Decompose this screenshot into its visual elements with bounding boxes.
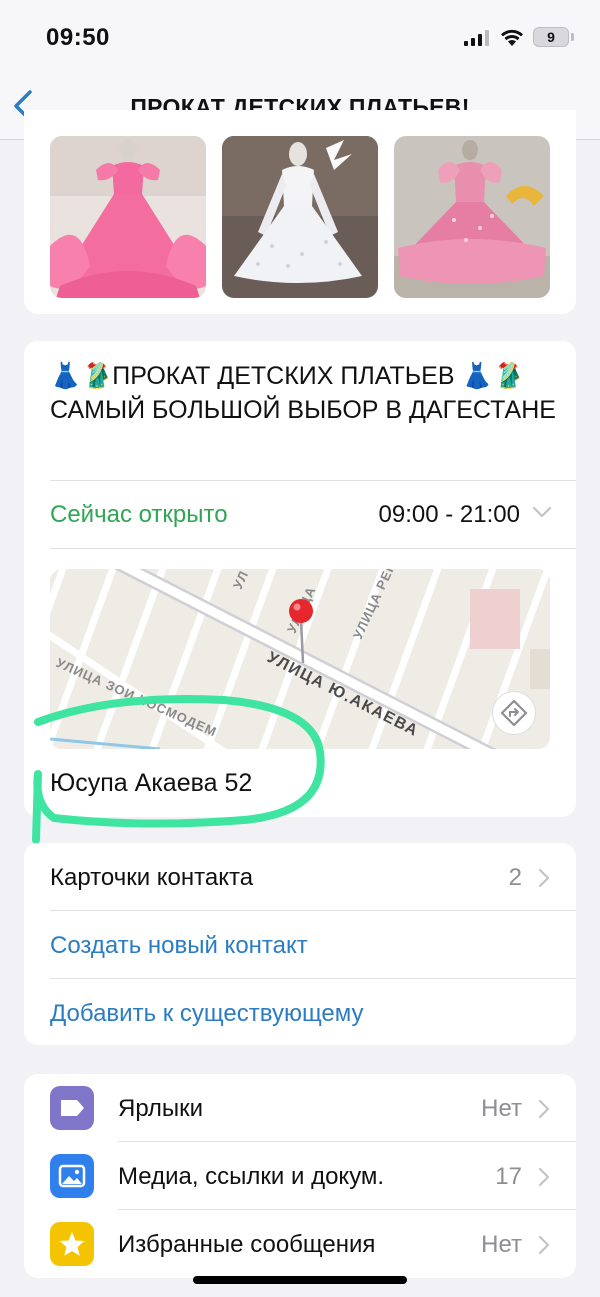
create-contact-row[interactable]: Создать новый контакт xyxy=(50,911,576,979)
directions-icon xyxy=(500,699,528,727)
tag-icon xyxy=(50,1086,94,1130)
contact-actions-card: Карточки контакта 2 Создать новый контак… xyxy=(24,843,576,1045)
cellular-signal-icon xyxy=(464,30,489,46)
star-icon xyxy=(50,1222,94,1266)
wifi-icon xyxy=(501,29,523,46)
media-label: Медиа, ссылки и докум. xyxy=(118,1163,385,1190)
chevron-down-icon xyxy=(532,506,552,518)
location-pin-icon xyxy=(289,599,313,664)
labels-value: Нет xyxy=(481,1095,522,1122)
photo-icon xyxy=(50,1154,94,1198)
dress-photo-white[interactable] xyxy=(222,136,378,298)
media-row[interactable]: Медиа, ссылки и докум. 17 xyxy=(24,1142,576,1210)
create-contact-link[interactable]: Создать новый контакт xyxy=(50,932,308,960)
dress-photo-rose[interactable] xyxy=(394,136,550,298)
starred-label: Избранные сообщения xyxy=(118,1231,376,1258)
media-count: 17 xyxy=(495,1163,522,1190)
chevron-right-icon xyxy=(538,1167,550,1187)
contact-cards-count: 2 xyxy=(508,864,522,891)
business-address[interactable]: Юсупа Акаева 52 xyxy=(50,769,252,798)
chevron-right-icon xyxy=(538,868,550,888)
battery-icon: 9 xyxy=(533,27,569,47)
labels-row[interactable]: Ярлыки Нет xyxy=(24,1074,576,1142)
dress-photo-pink[interactable] xyxy=(50,136,206,298)
contact-cards-label: Карточки контакта xyxy=(50,864,254,891)
photos-card xyxy=(24,110,576,314)
open-status: Сейчас открыто xyxy=(50,501,228,528)
directions-button[interactable] xyxy=(492,691,536,735)
starred-row[interactable]: Избранные сообщения Нет xyxy=(24,1210,576,1278)
home-indicator[interactable] xyxy=(193,1276,407,1284)
battery-cap xyxy=(571,33,574,41)
location-map[interactable]: УЛИЦА Ю.АКАЕВА УЛИЦА ЗОИ КОСМОДЕМ УЛИЦА … xyxy=(50,569,550,749)
business-info-card: 👗🥻ПРОКАТ ДЕТСКИХ ПЛАТЬЕВ 👗🥻 САМЫЙ БОЛЬШО… xyxy=(24,341,576,817)
chat-settings-card: Ярлыки Нет Медиа, ссылки и докум. 17 Изб… xyxy=(24,1074,576,1278)
labels-label: Ярлыки xyxy=(118,1095,204,1122)
opening-hours-row[interactable]: Сейчас открыто 09:00 - 21:00 xyxy=(50,481,576,549)
battery-level: 9 xyxy=(547,29,555,45)
add-to-existing-link[interactable]: Добавить к существующему xyxy=(50,1000,364,1028)
opening-hours: 09:00 - 21:00 xyxy=(378,501,520,528)
divider xyxy=(50,548,576,549)
contact-cards-row[interactable]: Карточки контакта 2 xyxy=(50,843,576,911)
starred-value: Нет xyxy=(481,1231,522,1258)
chevron-right-icon xyxy=(538,1235,550,1255)
business-description: 👗🥻ПРОКАТ ДЕТСКИХ ПЛАТЬЕВ 👗🥻 САМЫЙ БОЛЬШО… xyxy=(50,362,556,424)
status-bar: 09:50 9 xyxy=(0,0,600,76)
chevron-right-icon xyxy=(538,1099,550,1119)
status-time: 09:50 xyxy=(46,24,110,51)
add-to-existing-row[interactable]: Добавить к существующему xyxy=(50,979,576,1045)
